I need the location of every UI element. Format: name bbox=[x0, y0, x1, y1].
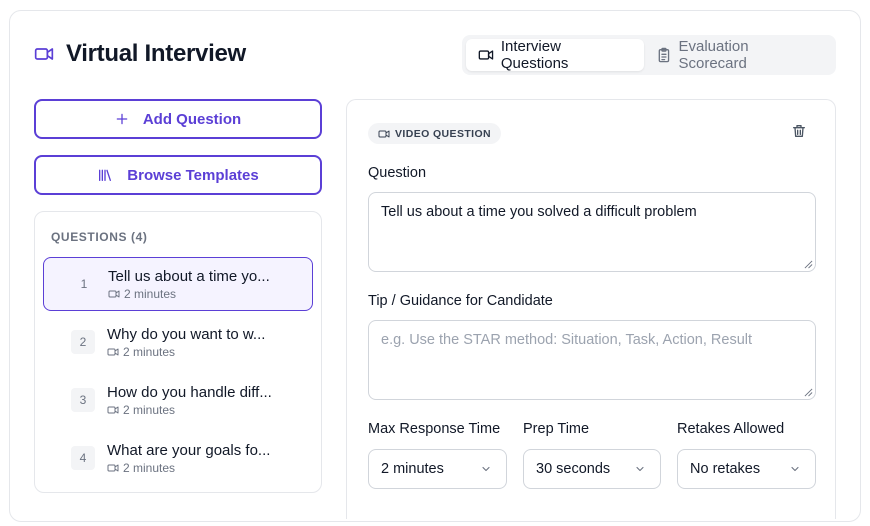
retakes-label: Retakes Allowed bbox=[677, 421, 785, 437]
question-item-2[interactable]: 2 Why do you want to w... 2 minutes bbox=[43, 315, 313, 369]
question-duration: 2 minutes bbox=[124, 287, 177, 301]
question-type-badge: VIDEO QUESTION bbox=[368, 123, 502, 144]
question-title: What are your goals fo... bbox=[107, 442, 271, 459]
question-item-3[interactable]: 3 How do you handle diff... 2 minutes bbox=[43, 373, 313, 427]
chevron-down-icon bbox=[791, 466, 799, 472]
question-textarea[interactable]: Tell us about a time you solved a diffic… bbox=[368, 192, 816, 272]
tip-label: Tip / Guidance for Candidate bbox=[368, 293, 553, 309]
prep-time-value: 30 seconds bbox=[536, 461, 611, 477]
library-icon bbox=[99, 169, 112, 181]
question-number: 1 bbox=[80, 277, 88, 291]
chevron-down-icon bbox=[636, 466, 644, 472]
question-number: 3 bbox=[71, 388, 95, 412]
clipboard-icon bbox=[658, 47, 669, 63]
page-header: Virtual Interview bbox=[34, 40, 246, 68]
prep-time-select[interactable]: 30 seconds bbox=[523, 449, 661, 489]
plus-icon bbox=[116, 113, 128, 125]
question-duration: 2 minutes bbox=[123, 403, 176, 417]
tab-label: Interview Questions bbox=[500, 38, 569, 72]
question-item-1[interactable]: 1 Tell us about a time yo... 2 minutes bbox=[43, 257, 313, 311]
video-camera-icon bbox=[478, 50, 494, 60]
question-title: How do you handle diff... bbox=[107, 384, 272, 401]
question-label: Question bbox=[368, 165, 427, 181]
chevron-down-icon bbox=[482, 466, 490, 472]
video-camera-icon bbox=[108, 290, 120, 298]
question-duration: 2 minutes bbox=[123, 345, 176, 359]
tab-label: Evaluation Scorecard bbox=[678, 38, 749, 72]
trash-icon bbox=[793, 125, 805, 137]
badge-label: VIDEO QUESTION bbox=[395, 127, 492, 140]
question-title: Why do you want to w... bbox=[107, 326, 266, 343]
questions-header: QUESTIONS (4) bbox=[51, 230, 148, 244]
questions-panel: QUESTIONS (4) 1 Tell us about a time yo.… bbox=[34, 211, 322, 493]
question-number: 4 bbox=[71, 446, 95, 470]
tab-evaluation-scorecard[interactable]: Evaluation Scorecard bbox=[644, 38, 832, 72]
view-tabs: Interview Questions Evaluation Scorecard bbox=[462, 35, 836, 75]
delete-question-button[interactable] bbox=[791, 123, 807, 144]
resize-handle-icon[interactable] bbox=[804, 388, 813, 397]
video-camera-icon bbox=[378, 130, 390, 137]
browse-templates-button[interactable]: Browse Templates bbox=[34, 155, 322, 195]
prep-time-label: Prep Time bbox=[523, 421, 590, 437]
video-camera-icon bbox=[107, 464, 119, 472]
browse-templates-label: Browse Templates bbox=[127, 166, 259, 184]
question-title: Tell us about a time yo... bbox=[108, 268, 270, 285]
question-value: Tell us about a time you solved a diffic… bbox=[381, 204, 697, 220]
retakes-value: No retakes bbox=[690, 461, 761, 477]
tip-placeholder: e.g. Use the STAR method: Situation, Tas… bbox=[381, 332, 753, 348]
question-editor: VIDEO QUESTION Question Tell us about a … bbox=[346, 99, 836, 519]
page-title: Virtual Interview bbox=[66, 40, 246, 67]
question-duration: 2 minutes bbox=[123, 461, 176, 475]
retakes-select[interactable]: No retakes bbox=[677, 449, 816, 489]
video-camera-icon bbox=[34, 44, 54, 64]
tip-textarea[interactable]: e.g. Use the STAR method: Situation, Tas… bbox=[368, 320, 816, 400]
question-item-4[interactable]: 4 What are your goals fo... 2 minutes bbox=[43, 431, 313, 485]
video-camera-icon bbox=[107, 348, 119, 356]
max-response-select[interactable]: 2 minutes bbox=[368, 449, 507, 489]
max-response-value: 2 minutes bbox=[381, 461, 444, 477]
resize-handle-icon[interactable] bbox=[804, 260, 813, 269]
video-camera-icon bbox=[107, 406, 119, 414]
tab-interview-questions[interactable]: Interview Questions bbox=[466, 38, 644, 72]
question-number: 2 bbox=[71, 330, 95, 354]
add-question-label: Add Question bbox=[142, 110, 242, 128]
max-response-label: Max Response Time bbox=[368, 421, 501, 437]
add-question-button[interactable]: Add Question bbox=[34, 99, 322, 139]
